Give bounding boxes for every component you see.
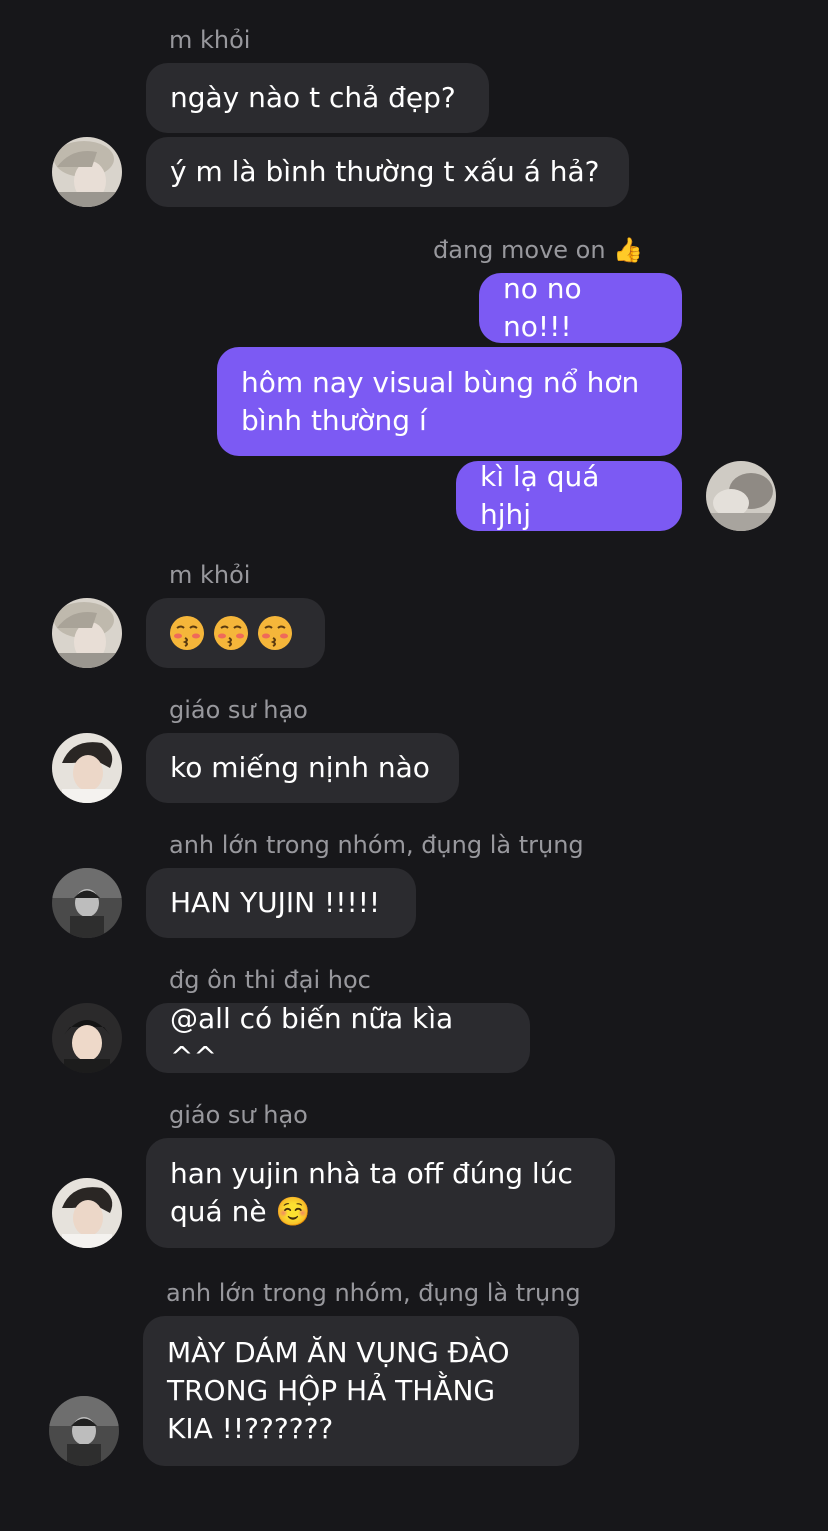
sender-name-self: đang move on 👍 <box>433 236 644 264</box>
avatar-self[interactable] <box>706 461 776 531</box>
message-bubble[interactable]: han yujin nhà ta off đúng lúc quá nè ☺️ <box>146 1138 615 1248</box>
message-bubble[interactable]: kì lạ quá hjhj <box>456 460 682 531</box>
sender-name-giao-su-hao: giáo sư hạo <box>169 1101 308 1129</box>
message-bubble-emoji[interactable] <box>146 598 325 668</box>
message-bubble[interactable]: hôm nay visual bùng nổ hơn bình thường í <box>217 347 682 456</box>
sender-name-m-khoi: m khỏi <box>169 26 251 54</box>
kissing-face-icon <box>170 616 204 650</box>
message-bubble[interactable]: HAN YUJIN !!!!! <box>146 868 416 938</box>
avatar-m-khoi[interactable] <box>52 137 122 207</box>
avatar-giao-su-hao[interactable] <box>52 1178 122 1248</box>
avatar-m-khoi[interactable] <box>52 598 122 668</box>
sender-name-dg-on-thi: đg ôn thi đại học <box>169 966 371 994</box>
message-bubble[interactable]: MÀY DÁM ĂN VỤNG ĐÀO TRONG HỘP HẢ THẰNG K… <box>143 1316 579 1466</box>
avatar-dg-on-thi[interactable] <box>52 1003 122 1073</box>
message-bubble[interactable]: ko miếng nịnh nào <box>146 733 459 803</box>
sender-name-anh-lon: anh lớn trong nhóm, đụng là trụng <box>169 831 584 859</box>
message-bubble[interactable]: ý m là bình thường t xấu á hả? <box>146 137 629 207</box>
sender-name-m-khoi: m khỏi <box>169 561 251 589</box>
message-bubble[interactable]: @all có biến nữa kìa ^^ <box>146 1002 530 1073</box>
avatar-anh-lon[interactable] <box>52 868 122 938</box>
sender-name-giao-su-hao: giáo sư hạo <box>169 696 308 724</box>
kissing-face-icon <box>214 616 248 650</box>
sender-name-anh-lon: anh lớn trong nhóm, đụng là trụng <box>166 1279 581 1307</box>
kissing-face-icon <box>258 616 292 650</box>
avatar-anh-lon[interactable] <box>49 1396 119 1466</box>
message-bubble[interactable]: no no no!!! <box>479 272 682 343</box>
avatar-giao-su-hao[interactable] <box>52 733 122 803</box>
message-bubble[interactable]: ngày nào t chả đẹp? <box>146 63 489 133</box>
